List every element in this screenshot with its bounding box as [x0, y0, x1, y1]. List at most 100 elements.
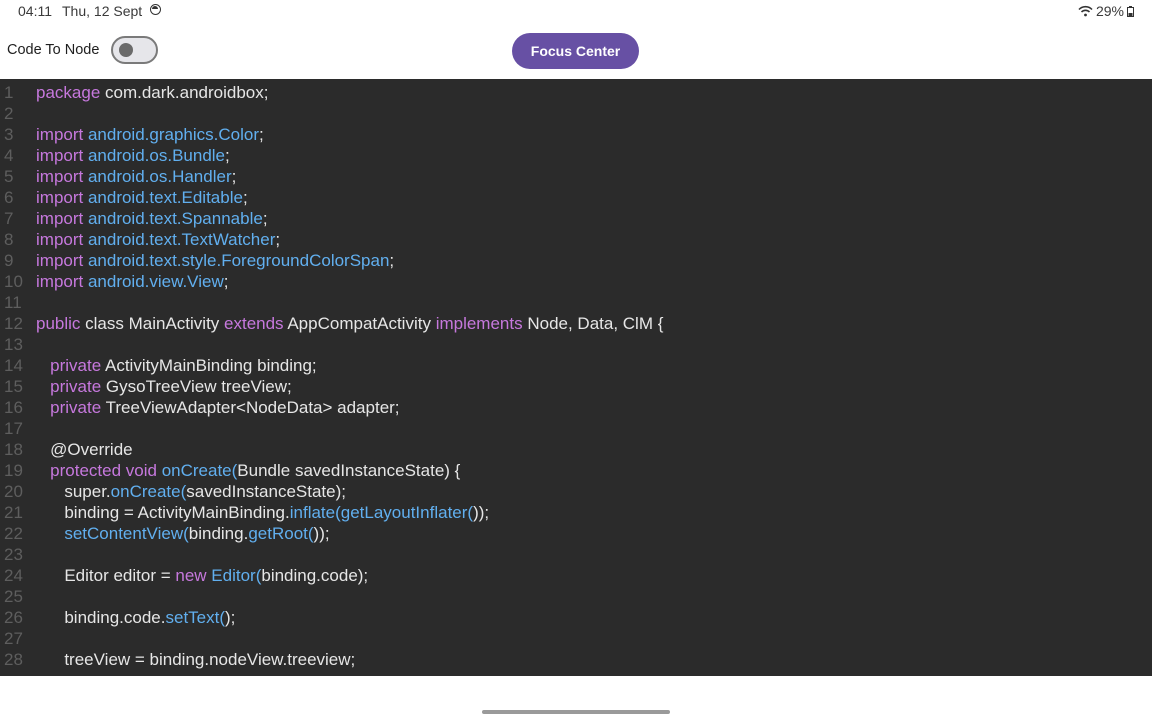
- code-line[interactable]: 10 import android.view.View;: [0, 271, 1152, 292]
- code-line[interactable]: 27: [0, 628, 1152, 649]
- code-token: AppCompatActivity: [283, 314, 436, 333]
- line-code: protected void onCreate(Bundle savedInst…: [36, 460, 460, 481]
- code-line[interactable]: 4 import android.os.Bundle;: [0, 145, 1152, 166]
- line-code: binding = ActivityMainBinding.inflate(ge…: [36, 502, 489, 523]
- code-token: android.os.Bundle: [83, 146, 226, 165]
- code-line[interactable]: 17: [0, 418, 1152, 439]
- code-line[interactable]: 11: [0, 292, 1152, 313]
- code-line[interactable]: 5 import android.os.Handler;: [0, 166, 1152, 187]
- code-token: new: [175, 566, 207, 585]
- code-token: extends: [224, 314, 284, 333]
- line-code: import android.text.style.ForegroundColo…: [36, 250, 394, 271]
- battery-percent: 29%: [1095, 3, 1124, 19]
- status-date: Thu, 12 Sept: [62, 3, 143, 19]
- code-token: GysoTreeView treeView;: [101, 377, 292, 396]
- code-token: private: [36, 398, 102, 417]
- line-code: treeView = binding.nodeView.treeview;: [36, 649, 355, 670]
- line-number: 27: [4, 629, 23, 648]
- line-code: import android.os.Handler;: [36, 166, 236, 187]
- code-line[interactable]: 18 @Override: [0, 439, 1152, 460]
- code-token: import: [36, 230, 84, 249]
- code-token: binding = ActivityMainBinding.: [36, 503, 290, 522]
- code-token: ;: [242, 188, 248, 207]
- line-number: 8: [4, 230, 14, 249]
- toolbar: Code To Node Focus Center: [0, 22, 1152, 79]
- line-code: super.onCreate(savedInstanceState);: [36, 481, 346, 502]
- line-number: 20: [4, 482, 23, 501]
- line-number: 4: [4, 146, 14, 165]
- code-line[interactable]: 16 private TreeViewAdapter<NodeData> ada…: [0, 397, 1152, 418]
- code-token: Node, Data, ClM {: [522, 314, 664, 333]
- line-code: setContentView(binding.getRoot());: [36, 523, 329, 544]
- line-number: 23: [4, 545, 23, 564]
- line-code: import android.text.Spannable;: [36, 208, 268, 229]
- code-line[interactable]: 13: [0, 334, 1152, 355]
- code-token: TreeViewAdapter<NodeData> adapter;: [101, 398, 400, 417]
- code-line[interactable]: 14 private ActivityMainBinding binding;: [0, 355, 1152, 376]
- code-token: import: [36, 146, 84, 165]
- line-number: 25: [4, 587, 23, 606]
- code-line[interactable]: 9 import android.text.style.ForegroundCol…: [0, 250, 1152, 271]
- code-token: android.text.style.ForegroundColorSpan: [83, 251, 390, 270]
- code-token: binding.code.: [36, 608, 166, 627]
- line-number: 14: [4, 356, 23, 375]
- code-line[interactable]: 24 Editor editor = new Editor(binding.co…: [0, 565, 1152, 586]
- code-token: public: [36, 314, 81, 333]
- focus-center-button[interactable]: Focus Center: [512, 33, 639, 69]
- line-code: import android.text.TextWatcher;: [36, 229, 280, 250]
- code-line[interactable]: 1 package com.dark.androidbox;: [0, 82, 1152, 103]
- code-token: ;: [231, 167, 237, 186]
- line-code: import android.graphics.Color;: [36, 124, 264, 145]
- code-editor[interactable]: 1 package com.dark.androidbox; 2 3 import an…: [0, 79, 1152, 676]
- code-token: import: [36, 251, 84, 270]
- bottom-area: [0, 676, 1152, 720]
- line-code: @Override: [36, 439, 132, 460]
- code-token: import: [36, 167, 84, 186]
- code-line[interactable]: 2: [0, 103, 1152, 124]
- code-line[interactable]: 21 binding = ActivityMainBinding.inflate…: [0, 502, 1152, 523]
- code-token: import: [36, 209, 84, 228]
- code-token: com.dark.androidbox;: [100, 83, 269, 102]
- code-line[interactable]: 8 import android.text.TextWatcher;: [0, 229, 1152, 250]
- code-line[interactable]: 12 public class MainActivity extends AppC…: [0, 313, 1152, 334]
- line-code: import android.view.View;: [36, 271, 228, 292]
- code-line[interactable]: 15 private GysoTreeView treeView;: [0, 376, 1152, 397]
- switch-knob: [119, 43, 133, 57]
- code-token: Bundle savedInstanceState) {: [237, 461, 461, 480]
- line-code: import android.os.Bundle;: [36, 145, 230, 166]
- home-indicator[interactable]: [482, 710, 670, 714]
- code-token: package: [36, 83, 101, 102]
- code-token: android.view.View: [83, 272, 224, 291]
- line-number: 15: [4, 377, 23, 396]
- code-line[interactable]: 3 import android.graphics.Color;: [0, 124, 1152, 145]
- code-to-node-switch[interactable]: [111, 36, 158, 64]
- line-number: 11: [4, 293, 22, 312]
- code-line[interactable]: 7 import android.text.Spannable;: [0, 208, 1152, 229]
- code-token: ;: [389, 251, 395, 270]
- code-token: import: [36, 188, 84, 207]
- code-token: binding.: [188, 524, 249, 543]
- code-token: android.text.Spannable: [83, 209, 263, 228]
- code-token: Editor(: [206, 566, 262, 585]
- code-line[interactable]: 22 setContentView(binding.getRoot());: [0, 523, 1152, 544]
- code-token: setText(: [165, 608, 226, 627]
- code-token: ;: [262, 209, 268, 228]
- line-code: private TreeViewAdapter<NodeData> adapte…: [36, 397, 400, 418]
- code-token: import: [36, 125, 84, 144]
- code-token: onCreate(: [110, 482, 187, 501]
- code-line[interactable]: 28 treeView = binding.nodeView.treeview;: [0, 649, 1152, 670]
- code-token: setContentView(: [36, 524, 189, 543]
- code-token: ;: [259, 125, 264, 144]
- code-line[interactable]: 19 protected void onCreate(Bundle savedI…: [0, 460, 1152, 481]
- code-token: getRoot(: [248, 524, 314, 543]
- code-line[interactable]: 6 import android.text.Editable;: [0, 187, 1152, 208]
- code-line[interactable]: 20 super.onCreate(savedInstanceState);: [0, 481, 1152, 502]
- line-number: 5: [4, 167, 14, 186]
- line-number: 9: [4, 251, 14, 270]
- code-token: );: [225, 608, 236, 627]
- code-line[interactable]: 23: [0, 544, 1152, 565]
- line-number: 18: [4, 440, 23, 459]
- code-line[interactable]: 25: [0, 586, 1152, 607]
- code-token: ActivityMainBinding binding;: [101, 356, 317, 375]
- code-line[interactable]: 26 binding.code.setText();: [0, 607, 1152, 628]
